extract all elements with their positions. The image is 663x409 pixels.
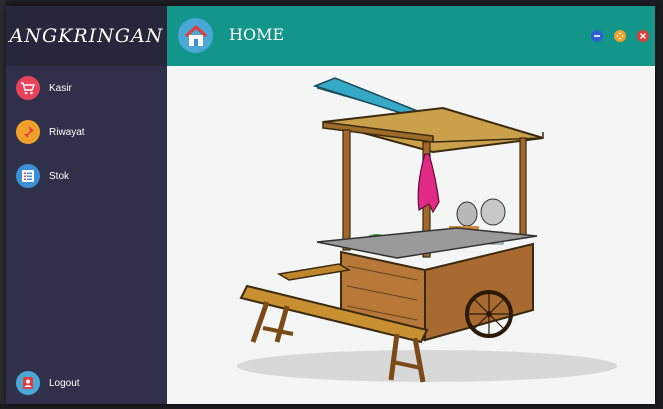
- pin-icon: [16, 120, 40, 144]
- move-icon: [616, 32, 624, 40]
- header-bar: HOME: [167, 6, 655, 66]
- angkringan-cart-illustration: [237, 77, 617, 383]
- app-window: ANGKRINGAN Kasir Riwayat Stok Logout HOM…: [6, 6, 655, 404]
- shopping-cart-icon: [16, 76, 40, 100]
- sidebar-item-riwayat[interactable]: Riwayat: [16, 118, 161, 146]
- logout-label: Logout: [49, 377, 80, 389]
- logout-button[interactable]: Logout: [16, 369, 161, 397]
- logout-icon: [16, 371, 40, 395]
- sidebar: ANGKRINGAN Kasir Riwayat Stok Logout: [6, 6, 167, 404]
- close-icon: [639, 32, 647, 40]
- list-icon: [16, 164, 40, 188]
- desktop-taskbar: [0, 404, 663, 408]
- sidebar-item-label: Kasir: [49, 82, 72, 94]
- desktop-background-right: [655, 0, 663, 408]
- sidebar-item-label: Stok: [49, 170, 70, 182]
- minus-icon: [594, 35, 600, 37]
- app-brand: ANGKRINGAN: [6, 6, 167, 66]
- home-icon: [178, 18, 213, 53]
- main-content: [167, 66, 655, 404]
- page-title: HOME: [229, 25, 285, 44]
- sidebar-item-kasir[interactable]: Kasir: [16, 74, 161, 102]
- sidebar-item-stok[interactable]: Stok: [16, 162, 161, 190]
- sidebar-item-label: Riwayat: [49, 126, 85, 138]
- maximize-button[interactable]: [614, 30, 626, 42]
- minimize-button[interactable]: [591, 30, 603, 42]
- close-button[interactable]: [637, 30, 649, 42]
